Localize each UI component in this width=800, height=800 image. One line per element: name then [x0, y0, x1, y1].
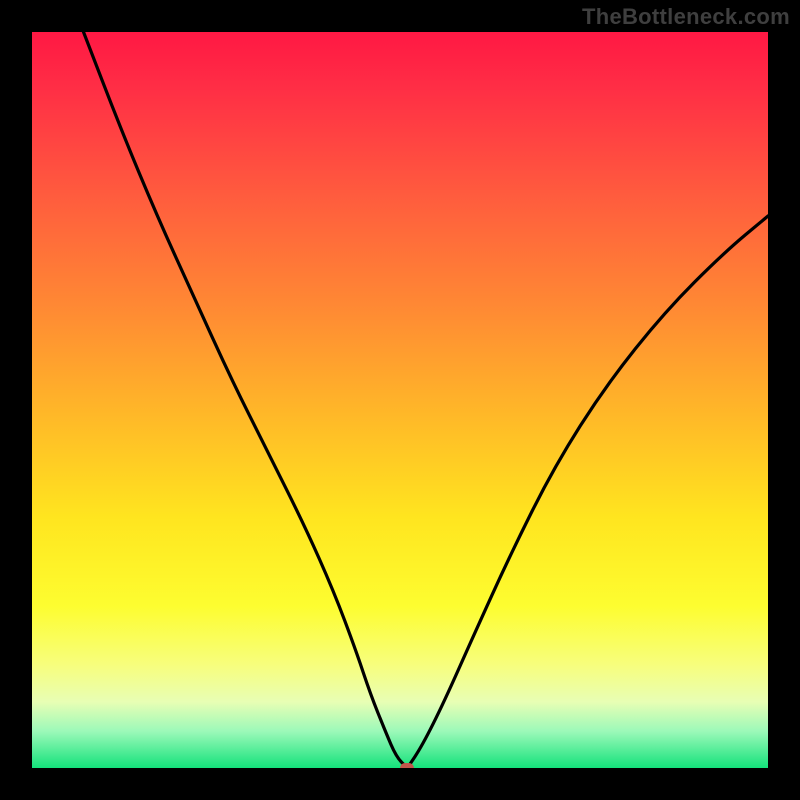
curve-left-branch [84, 32, 408, 768]
bottleneck-marker-dot [400, 763, 414, 768]
watermark-text: TheBottleneck.com [582, 4, 790, 30]
curve-right-branch [407, 216, 768, 768]
bottleneck-curve [32, 32, 768, 768]
plot-area [32, 32, 768, 768]
chart-frame: TheBottleneck.com [0, 0, 800, 800]
